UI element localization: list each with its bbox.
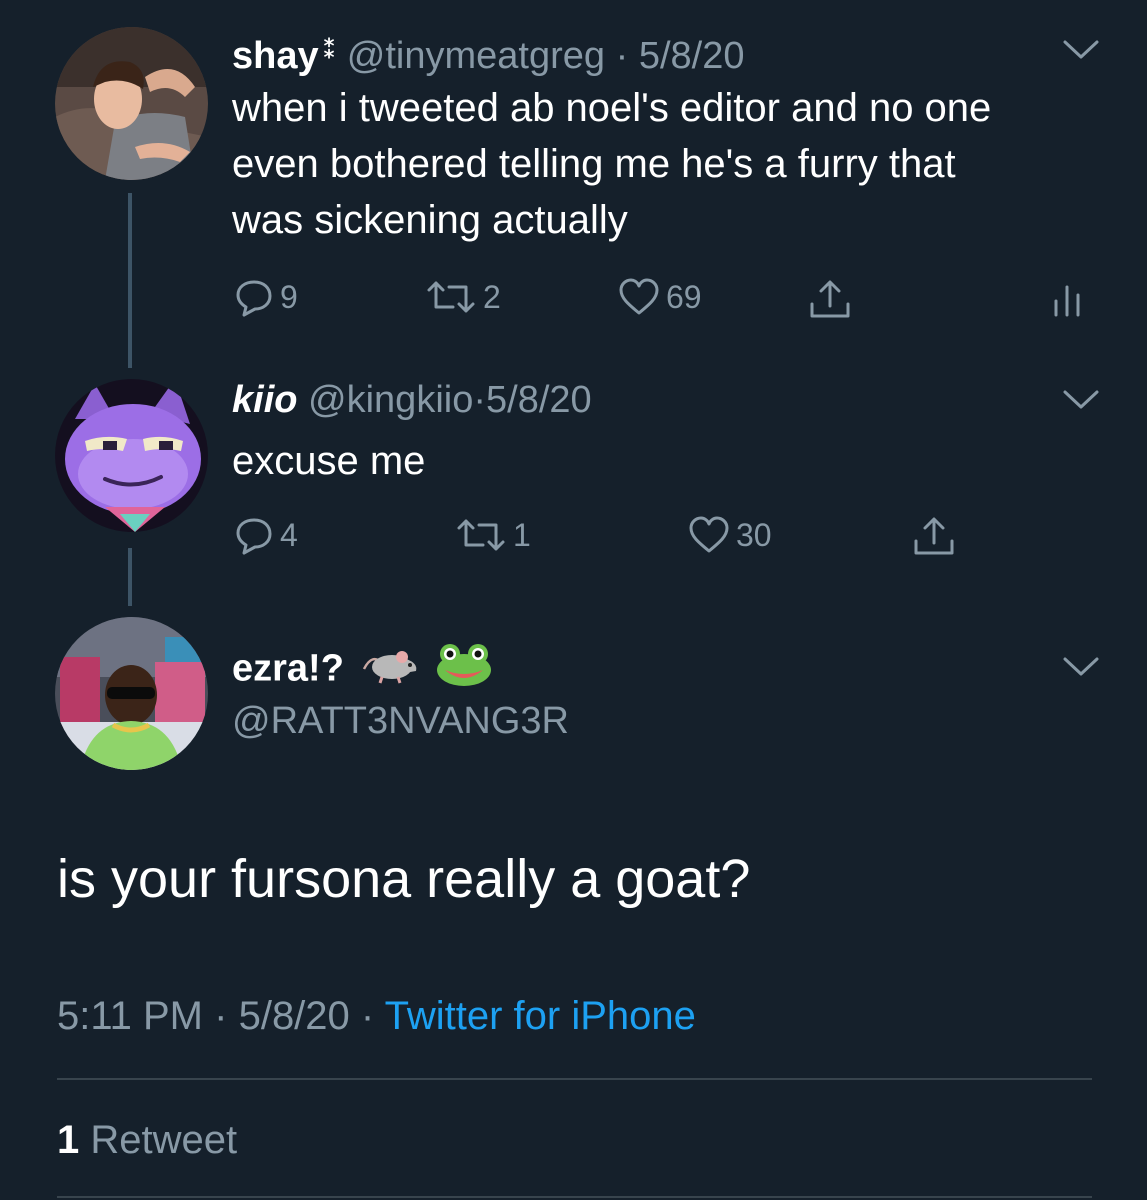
retweet-icon: [457, 519, 505, 551]
avatar[interactable]: [55, 617, 208, 770]
retweet-button[interactable]: 1: [455, 515, 531, 555]
heart-icon: [619, 278, 659, 315]
retweet-icon: [427, 281, 475, 313]
tweet-header: kiio @kingkiio·5/8/20: [232, 377, 592, 423]
reply-button[interactable]: 9: [234, 277, 298, 317]
thread-line: [128, 548, 132, 606]
share-button[interactable]: [808, 278, 852, 320]
share-icon: [914, 517, 954, 555]
tweet-text-line: even bothered telling me he's a furry th…: [232, 142, 956, 186]
separator: ·: [214, 994, 228, 1038]
display-name[interactable]: ezra!?: [232, 648, 344, 690]
chevron-down-icon[interactable]: [1062, 388, 1100, 412]
handle[interactable]: @kingkiio: [308, 379, 473, 421]
display-name[interactable]: kiio: [232, 379, 297, 421]
tweet-date[interactable]: 5/8/20: [639, 35, 745, 77]
reply-count: 4: [280, 516, 298, 553]
retweet-button[interactable]: 2: [425, 277, 501, 317]
tweet-date: 5/8/20: [238, 994, 350, 1038]
handle[interactable]: @RATT3NVANG3R: [232, 700, 569, 742]
display-name[interactable]: shay: [232, 35, 319, 77]
tweet-text: when i tweeted ab noel's editor and no o…: [232, 80, 1112, 248]
tweet-header: shay ⁑ @tinymeatgreg · 5/8/20: [232, 26, 744, 79]
main-tweet-handle[interactable]: @RATT3NVANG3R: [232, 698, 569, 744]
reply-icon: [236, 518, 272, 555]
retweet-stat-count: 1: [57, 1118, 80, 1162]
like-count: 69: [666, 278, 702, 315]
rat-emoji-icon: [362, 643, 420, 698]
like-count: 30: [736, 516, 772, 553]
separator: ·: [473, 379, 486, 421]
main-tweet-text: is your fursona really a goat?: [57, 849, 751, 909]
tweet-meta: 5:11 PM · 5/8/20 · Twitter for iPhone: [57, 990, 696, 1042]
thread-line: [128, 193, 132, 368]
heart-icon: [689, 516, 729, 553]
share-icon: [810, 280, 850, 318]
analytics-icon: [1054, 285, 1080, 317]
retweet-count: 2: [483, 278, 501, 315]
tweet-time: 5:11 PM: [57, 994, 203, 1038]
chevron-down-icon[interactable]: [1062, 38, 1100, 62]
display-name-text: kiio: [232, 379, 298, 421]
reply-icon: [236, 280, 272, 317]
analytics-button[interactable]: [1052, 283, 1082, 317]
avatar[interactable]: [55, 27, 208, 180]
avatar[interactable]: [55, 379, 208, 532]
main-tweet-name-row: ezra!?: [232, 642, 493, 699]
like-button[interactable]: 69: [618, 277, 702, 317]
reply-count: 9: [280, 278, 298, 315]
retweet-count: 1: [513, 516, 531, 553]
name-badge: ⁑: [322, 34, 337, 64]
reply-button[interactable]: 4: [234, 515, 298, 555]
frog-emoji-icon: [435, 642, 493, 699]
divider: [57, 1078, 1092, 1080]
tweet-text-line: when i tweeted ab noel's editor and no o…: [232, 86, 992, 130]
separator: ·: [615, 35, 629, 77]
tweet-date[interactable]: 5/8/20: [486, 379, 592, 421]
tweet-text-line: excuse me: [232, 439, 426, 483]
chevron-down-icon[interactable]: [1062, 655, 1100, 679]
source-link[interactable]: Twitter for iPhone: [385, 994, 696, 1038]
tweet-text: excuse me: [232, 433, 1112, 489]
divider: [57, 1196, 1092, 1198]
tweet-text-line: was sickening actually: [232, 198, 628, 242]
like-button[interactable]: 30: [688, 515, 772, 555]
retweet-stat-label: Retweet: [90, 1118, 238, 1162]
share-button[interactable]: [912, 515, 956, 557]
retweet-stats[interactable]: 1 Retweet: [57, 1115, 237, 1165]
separator: ·: [360, 994, 375, 1038]
handle[interactable]: @tinymeatgreg: [347, 35, 605, 77]
